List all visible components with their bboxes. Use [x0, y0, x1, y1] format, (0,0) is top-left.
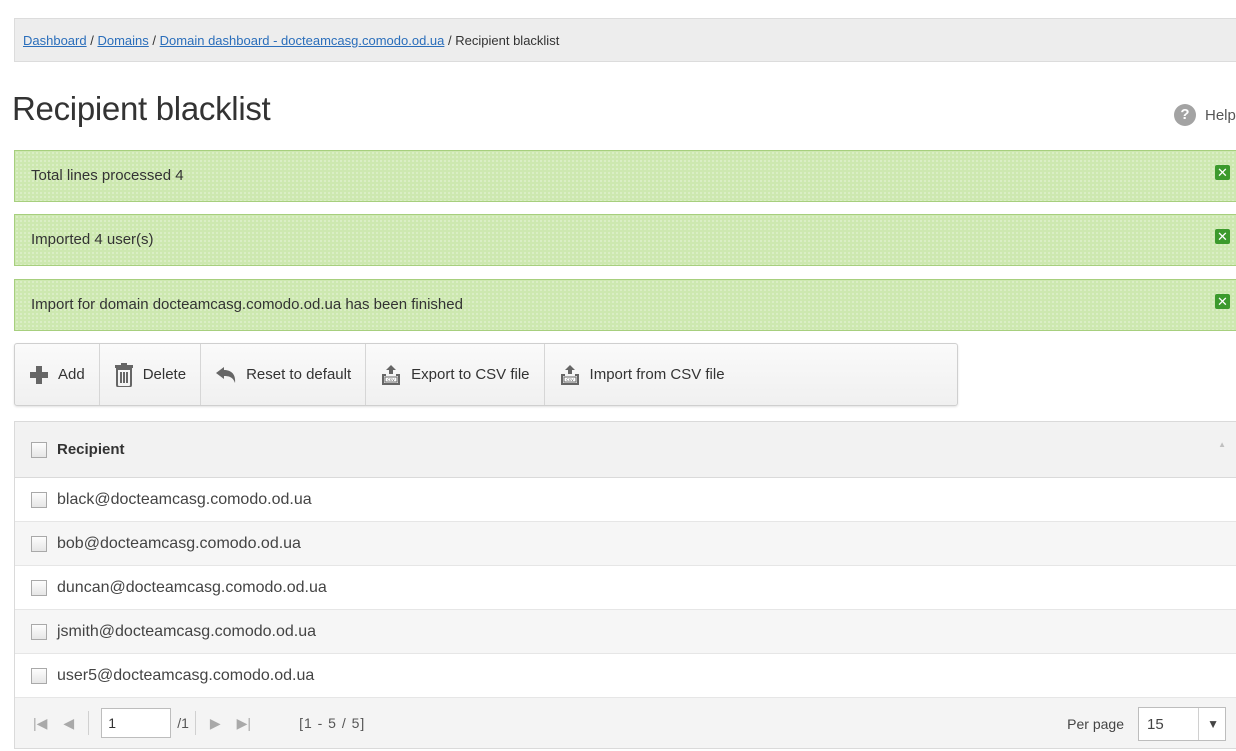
recipient-email: black@docteamcasg.comodo.od.ua [57, 490, 312, 508]
plus-icon [29, 365, 49, 385]
next-page-icon[interactable]: ▶ [210, 715, 221, 732]
delete-button[interactable]: Delete [100, 344, 202, 405]
breadcrumb-separator: / [90, 33, 94, 48]
recipient-grid: Recipient ▲ black@docteamcasg.comodo.od.… [14, 421, 1236, 749]
recipient-email: jsmith@docteamcasg.comodo.od.ua [57, 622, 317, 640]
total-pages: /1 [177, 715, 189, 731]
reset-to-default-button[interactable]: Reset to default [201, 344, 367, 405]
import-csv-button[interactable]: csv Import from CSV file [545, 344, 739, 405]
breadcrumb: Dashboard / Domains / Domain dashboard -… [14, 18, 1236, 62]
add-label: Add [58, 366, 85, 383]
per-page-select[interactable]: 15 ▼ [1138, 707, 1226, 741]
per-page-value: 15 [1147, 715, 1164, 733]
grid-header: Recipient ▲ [15, 422, 1236, 478]
breadcrumb-separator: / [152, 33, 157, 48]
reset-label: Reset to default [246, 366, 352, 383]
help-link[interactable]: ? Help [1174, 104, 1236, 126]
row-checkbox[interactable] [31, 491, 47, 508]
recipient-email: bob@docteamcasg.comodo.od.ua [57, 534, 301, 552]
page-title: Recipient blacklist [12, 90, 271, 127]
breadcrumb-separator: / [448, 33, 452, 48]
alert-message: Total lines processed 4 [31, 167, 184, 184]
chevron-down-icon: ▼ [1198, 708, 1219, 740]
sort-arrow-icon[interactable]: ▲ [1218, 440, 1226, 449]
delete-label: Delete [142, 366, 187, 383]
help-icon: ? [1174, 104, 1196, 126]
svg-text:csv: csv [566, 378, 574, 383]
export-csv-button[interactable]: csv Export to CSV file [366, 344, 545, 405]
import-csv-icon: csv [559, 364, 581, 386]
table-row: duncan@docteamcasg.comodo.od.ua [15, 566, 1236, 610]
close-icon[interactable]: ✕ [1215, 165, 1230, 180]
per-page-label: Per page [1067, 716, 1124, 732]
row-checkbox[interactable] [31, 535, 47, 552]
column-header-recipient[interactable]: Recipient [57, 441, 125, 458]
divider [194, 711, 196, 735]
alert-import-finished: Import for domain docteamcasg.comodo.od.… [14, 279, 1236, 331]
divider [88, 711, 90, 735]
alert-message: Import for domain docteamcasg.comodo.od.… [31, 296, 463, 313]
page-number-input[interactable] [101, 708, 172, 738]
record-range: [1 - 5 / 5] [299, 715, 366, 731]
table-row: jsmith@docteamcasg.comodo.od.ua [15, 610, 1236, 654]
row-checkbox[interactable] [31, 579, 47, 596]
per-page-control: Per page 15 ▼ [1067, 707, 1226, 741]
help-label: Help [1205, 106, 1236, 124]
export-label: Export to CSV file [411, 366, 530, 383]
toolbar: Add Delete Reset to default csv Export t… [14, 343, 958, 406]
recipient-email: user5@docteamcasg.comodo.od.ua [57, 666, 315, 684]
breadcrumb-link-domains[interactable]: Domains [97, 33, 148, 48]
table-row: user5@docteamcasg.comodo.od.ua [15, 654, 1236, 698]
select-all-checkbox[interactable] [31, 441, 47, 458]
breadcrumb-link-domain-dashboard[interactable]: Domain dashboard - docteamcasg.comodo.od… [160, 33, 445, 48]
alert-message: Imported 4 user(s) [31, 231, 154, 248]
alert-total-lines: Total lines processed 4 ✕ [14, 150, 1236, 202]
close-icon[interactable]: ✕ [1215, 294, 1230, 309]
row-checkbox[interactable] [31, 623, 47, 640]
last-page-icon[interactable]: ▶| [237, 715, 251, 732]
trash-icon [114, 362, 134, 387]
breadcrumb-link-dashboard[interactable]: Dashboard [23, 33, 87, 48]
alert-imported-users: Imported 4 user(s) ✕ [14, 214, 1236, 266]
recipient-email: duncan@docteamcasg.comodo.od.ua [57, 578, 327, 596]
export-csv-icon: csv [380, 364, 402, 386]
breadcrumb-current: Recipient blacklist [455, 33, 560, 48]
undo-icon [215, 366, 237, 384]
table-row: bob@docteamcasg.comodo.od.ua [15, 522, 1236, 566]
previous-page-icon[interactable]: ◀ [63, 715, 74, 732]
first-page-icon[interactable]: |◀ [33, 715, 47, 732]
svg-text:csv: csv [387, 378, 395, 383]
close-icon[interactable]: ✕ [1215, 229, 1230, 244]
pagination-bar: |◀ ◀ /1 ▶ ▶| [1 - 5 / 5] Per page 15 ▼ [15, 698, 1236, 748]
table-row: black@docteamcasg.comodo.od.ua [15, 478, 1236, 522]
add-button[interactable]: Add [15, 344, 100, 405]
row-checkbox[interactable] [31, 667, 47, 684]
import-label: Import from CSV file [589, 366, 725, 383]
